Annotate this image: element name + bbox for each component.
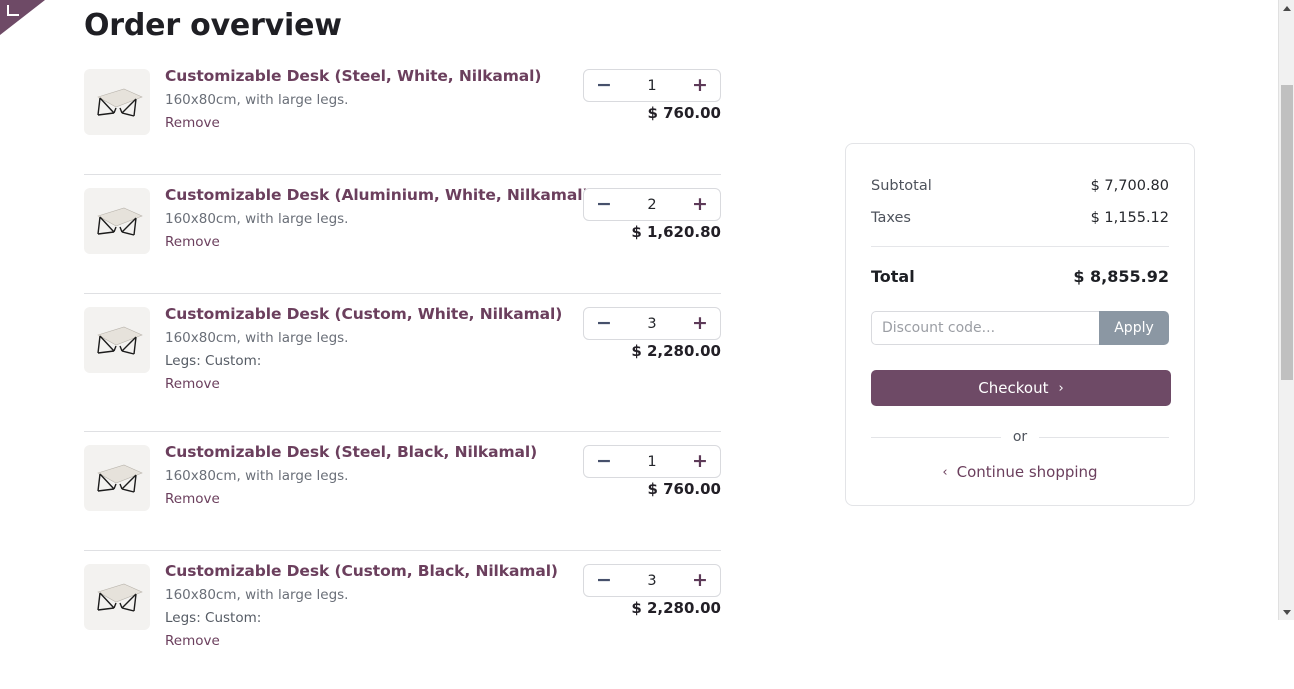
chevron-up-icon: [1283, 6, 1291, 11]
quantity-increase-button[interactable]: +: [680, 565, 720, 596]
quantity-increase-button[interactable]: +: [680, 446, 720, 477]
quantity-stepper: − 3 +: [583, 307, 721, 340]
cart-item-info: Customizable Desk (Steel, White, Nilkama…: [165, 66, 595, 135]
cart-item-price: $ 2,280.00: [583, 599, 721, 617]
cart-item-price: $ 760.00: [583, 480, 721, 498]
desk-thumbnail[interactable]: [84, 188, 150, 254]
cart-item-row: Customizable Desk (Steel, White, Nilkama…: [84, 56, 721, 175]
quantity-stepper: − 2 +: [583, 188, 721, 221]
taxes-row: Taxes $ 1,155.12: [871, 202, 1169, 234]
cart-item-info: Customizable Desk (Custom, Black, Nilkam…: [165, 561, 595, 653]
desk-icon: [84, 188, 150, 254]
cart-item-title[interactable]: Customizable Desk (Steel, White, Nilkama…: [165, 66, 595, 87]
quantity-decrease-button[interactable]: −: [584, 189, 624, 220]
cart-item-info: Customizable Desk (Custom, White, Nilkam…: [165, 304, 595, 396]
desk-icon: [84, 69, 150, 135]
quantity-value[interactable]: 1: [624, 78, 680, 94]
discount-form: Apply: [871, 311, 1169, 345]
remove-item-link[interactable]: Remove: [165, 630, 220, 653]
quantity-decrease-button[interactable]: −: [584, 446, 624, 477]
cart-item-description: 160x80cm, with large legs.: [165, 206, 595, 231]
quantity-decrease-button[interactable]: −: [584, 565, 624, 596]
continue-shopping-link[interactable]: ‹ Continue shopping: [871, 463, 1169, 481]
desk-thumbnail[interactable]: [84, 564, 150, 630]
cart-item-info: Customizable Desk (Steel, Black, Nilkama…: [165, 442, 595, 511]
scroll-up-button[interactable]: [1279, 0, 1294, 16]
total-label: Total: [871, 265, 915, 289]
checkout-label: Checkout: [978, 379, 1048, 397]
quantity-decrease-button[interactable]: −: [584, 308, 624, 339]
quantity-value[interactable]: 3: [624, 316, 680, 332]
quantity-value[interactable]: 1: [624, 454, 680, 470]
quantity-value[interactable]: 3: [624, 573, 680, 589]
remove-item-link[interactable]: Remove: [165, 231, 220, 254]
quantity-stepper: − 1 +: [583, 445, 721, 478]
vertical-scrollbar[interactable]: [1278, 0, 1294, 620]
total-row: Total $ 8,855.92: [871, 265, 1169, 289]
remove-item-link[interactable]: Remove: [165, 488, 220, 511]
page-title: Order overview: [84, 8, 342, 43]
cart-item-price: $ 1,620.80: [583, 223, 721, 241]
cart-item-title[interactable]: Customizable Desk (Steel, Black, Nilkama…: [165, 442, 595, 463]
quantity-value[interactable]: 2: [624, 197, 680, 213]
cart-item-description: 160x80cm, with large legs.: [165, 582, 595, 607]
chevron-left-icon: ‹: [942, 465, 947, 480]
apply-discount-button[interactable]: Apply: [1099, 311, 1169, 345]
scroll-down-button[interactable]: [1279, 604, 1294, 620]
chevron-down-icon: [1283, 610, 1291, 615]
remove-item-link[interactable]: Remove: [165, 373, 220, 396]
quantity-increase-button[interactable]: +: [680, 70, 720, 101]
or-divider: or: [871, 429, 1169, 445]
taxes-label: Taxes: [871, 202, 911, 234]
taxes-value: $ 1,155.12: [1091, 202, 1169, 234]
quantity-stepper: − 1 +: [583, 69, 721, 102]
subtotal-label: Subtotal: [871, 170, 932, 202]
cart-item-row: Customizable Desk (Custom, White, Nilkam…: [84, 294, 721, 432]
quantity-stepper: − 3 +: [583, 564, 721, 597]
divider-line-right: [1039, 437, 1169, 438]
desk-thumbnail[interactable]: [84, 307, 150, 373]
cart-item-price: $ 760.00: [583, 104, 721, 122]
quantity-increase-button[interactable]: +: [680, 189, 720, 220]
cart-item-row: Customizable Desk (Steel, Black, Nilkama…: [84, 432, 721, 551]
page-root: Order overview Customizable Desk (Steel,…: [0, 0, 1294, 620]
cart-item-attribute: Legs: Custom:: [165, 607, 595, 630]
cart-item-row: Customizable Desk (Custom, Black, Nilkam…: [84, 551, 721, 689]
quantity-decrease-button[interactable]: −: [584, 70, 624, 101]
desk-thumbnail[interactable]: [84, 69, 150, 135]
cart-item-title[interactable]: Customizable Desk (Custom, Black, Nilkam…: [165, 561, 595, 582]
cart-item-title[interactable]: Customizable Desk (Custom, White, Nilkam…: [165, 304, 595, 325]
cart-item-info: Customizable Desk (Aluminium, White, Nil…: [165, 185, 595, 254]
quantity-increase-button[interactable]: +: [680, 308, 720, 339]
subtotal-row: Subtotal $ 7,700.80: [871, 170, 1169, 202]
cart-item-list: Customizable Desk (Steel, White, Nilkama…: [84, 56, 721, 689]
divider-line-left: [871, 437, 1001, 438]
summary-divider: [871, 246, 1169, 247]
total-value: $ 8,855.92: [1073, 265, 1169, 289]
cart-item-price: $ 2,280.00: [583, 342, 721, 360]
checkout-button[interactable]: Checkout ›: [871, 370, 1171, 406]
cart-item-description: 160x80cm, with large legs.: [165, 87, 595, 112]
cart-item-title[interactable]: Customizable Desk (Aluminium, White, Nil…: [165, 185, 595, 206]
cart-item-attribute: Legs: Custom:: [165, 350, 595, 373]
remove-item-link[interactable]: Remove: [165, 112, 220, 135]
desk-icon: [84, 445, 150, 511]
desk-thumbnail[interactable]: [84, 445, 150, 511]
chevron-right-icon: ›: [1058, 381, 1063, 396]
or-label: or: [1013, 429, 1027, 445]
main-content: Order overview Customizable Desk (Steel,…: [0, 0, 1278, 620]
desk-icon: [84, 564, 150, 630]
subtotal-value: $ 7,700.80: [1091, 170, 1169, 202]
discount-code-input[interactable]: [871, 311, 1099, 345]
cart-item-description: 160x80cm, with large legs.: [165, 463, 595, 488]
cart-item-description: 160x80cm, with large legs.: [165, 325, 595, 350]
cart-item-row: Customizable Desk (Aluminium, White, Nil…: [84, 175, 721, 294]
desk-icon: [84, 307, 150, 373]
scrollbar-thumb[interactable]: [1281, 85, 1293, 380]
continue-shopping-label: Continue shopping: [957, 463, 1098, 481]
order-summary-panel: Subtotal $ 7,700.80 Taxes $ 1,155.12 Tot…: [845, 143, 1195, 506]
